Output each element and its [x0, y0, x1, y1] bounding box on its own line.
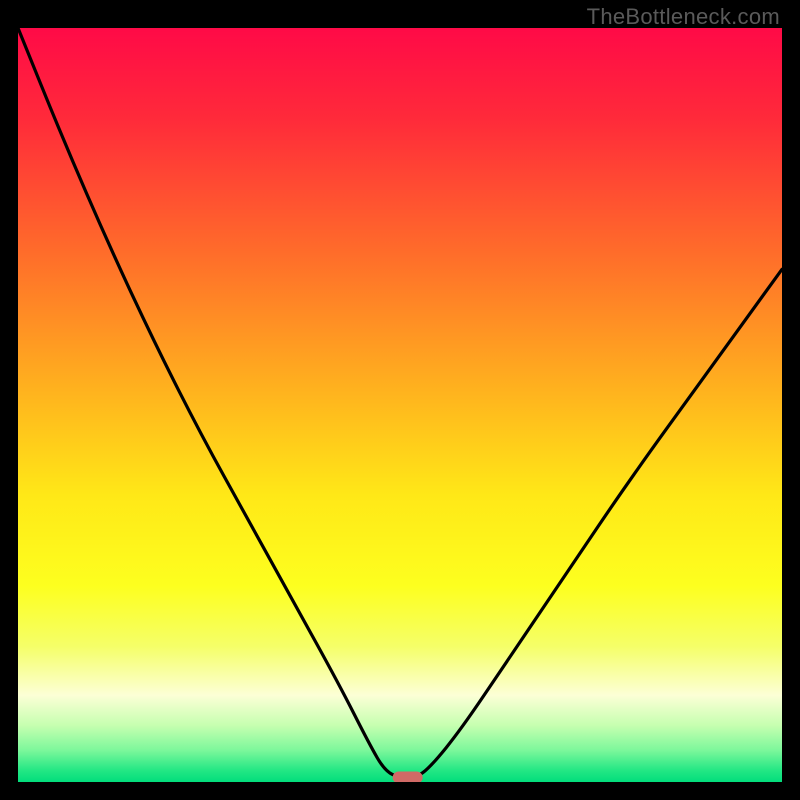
- bottleneck-chart-svg: [18, 28, 782, 782]
- watermark-label: TheBottleneck.com: [587, 4, 780, 30]
- gradient-background: [18, 28, 782, 782]
- min-marker: [393, 771, 423, 782]
- chart-container: TheBottleneck.com: [0, 0, 800, 800]
- plot-area: [18, 28, 782, 782]
